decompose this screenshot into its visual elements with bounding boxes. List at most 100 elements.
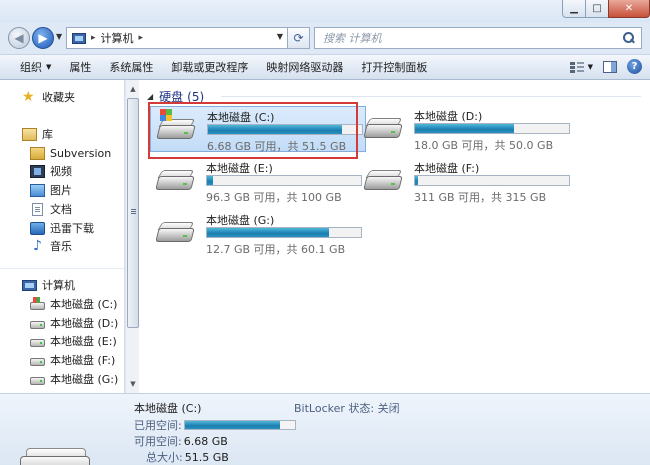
refresh-icon: ⟳ xyxy=(293,31,304,45)
back-arrow-icon: ◀ xyxy=(14,31,24,45)
uninstall-program-button[interactable]: 卸载或更改程序 xyxy=(162,56,257,78)
drive-name: 本地磁盘 (G:) xyxy=(206,214,275,227)
nav-drive-e[interactable]: 本地磁盘 (E:) xyxy=(30,332,117,350)
nav-item-subversion[interactable]: Subversion xyxy=(30,144,111,162)
breadcrumb-separator[interactable]: ▸ xyxy=(91,33,96,43)
nav-drive-label: 本地磁盘 (G:) xyxy=(50,373,119,386)
nav-drive-label: 本地磁盘 (D:) xyxy=(50,317,119,330)
nav-item-label: 迅雷下载 xyxy=(50,222,94,235)
nav-drive-c[interactable]: 本地磁盘 (C:) xyxy=(30,295,117,313)
forward-arrow-icon: ▶ xyxy=(38,31,48,45)
nav-drive-label: 本地磁盘 (F:) xyxy=(50,354,116,367)
scroll-down-icon[interactable]: ▼ xyxy=(127,377,139,391)
nav-drive-label: 本地磁盘 (C:) xyxy=(50,298,118,311)
search-icon[interactable] xyxy=(623,32,635,44)
library-icon xyxy=(22,127,37,141)
hard-drive-icon xyxy=(30,339,45,347)
hard-drive-icon xyxy=(30,358,45,366)
hard-disks-group-header[interactable]: ◢ 硬盘 (5) xyxy=(147,88,204,105)
search-input[interactable]: 搜索 计算机 xyxy=(323,30,623,46)
organize-button[interactable]: 组织 ▼ xyxy=(0,56,60,78)
help-icon[interactable]: ? xyxy=(627,59,642,74)
address-dropdown-icon[interactable]: ▼ xyxy=(277,32,283,41)
subversion-folder-icon xyxy=(30,146,45,160)
change-view-icon[interactable] xyxy=(569,61,584,73)
properties-button[interactable]: 属性 xyxy=(60,56,100,78)
details-usage-bar xyxy=(183,420,296,430)
navigation-pane: ★ 收藏夹 库 Subversion 视频 图片 文档 迅雷下载 ♪ 音乐 计算… xyxy=(0,80,125,393)
drive-tile-c[interactable]: 本地磁盘 (C:) 6.68 GB 可用，共 51.5 GB xyxy=(150,106,366,153)
picture-library-icon xyxy=(30,183,45,197)
collapse-group-icon[interactable]: ◢ xyxy=(147,92,153,101)
thunder-download-icon xyxy=(30,221,45,235)
computer-icon xyxy=(72,32,86,44)
hard-drive-icon xyxy=(363,118,403,140)
nav-favorites[interactable]: ★ 收藏夹 xyxy=(22,88,75,106)
maximize-button[interactable]: □ xyxy=(585,0,609,18)
drive-space-info: 6.68 GB 可用，共 51.5 GB xyxy=(207,140,347,153)
minimize-button[interactable]: ▁ xyxy=(562,0,586,18)
group-title: 硬盘 xyxy=(159,90,184,104)
nav-drive-g[interactable]: 本地磁盘 (G:) xyxy=(30,370,118,388)
recent-pages-dropdown[interactable]: ▼ xyxy=(56,32,62,41)
forward-button[interactable]: ▶ xyxy=(32,27,54,49)
nav-drive-label: 本地磁盘 (E:) xyxy=(50,335,117,348)
nav-item-music[interactable]: ♪ 音乐 xyxy=(30,237,72,255)
search-box[interactable]: 搜索 计算机 xyxy=(314,27,642,49)
hard-drive-icon xyxy=(30,377,45,385)
scroll-up-icon[interactable]: ▲ xyxy=(127,82,139,96)
drive-space-info: 311 GB 可用，共 315 GB xyxy=(414,191,547,204)
drive-tile-f[interactable]: 本地磁盘 (F:) 311 GB 可用，共 315 GB xyxy=(358,158,574,204)
favorites-star-icon: ★ xyxy=(22,88,35,105)
computer-icon xyxy=(22,279,37,291)
preview-pane-icon[interactable] xyxy=(603,60,617,73)
hard-drive-icon xyxy=(155,170,195,192)
drive-tile-d[interactable]: 本地磁盘 (D:) 18.0 GB 可用，共 50.0 GB xyxy=(358,106,574,152)
drive-name: 本地磁盘 (D:) xyxy=(414,110,483,123)
nav-item-pictures[interactable]: 图片 xyxy=(30,181,72,199)
nav-item-label: 文档 xyxy=(50,203,72,216)
hard-drive-icon xyxy=(155,222,195,244)
nav-item-label: 视频 xyxy=(50,165,72,178)
nav-drive-d[interactable]: 本地磁盘 (D:) xyxy=(30,314,118,332)
address-bar[interactable]: ▸ 计算机 ▸ ▼ xyxy=(66,27,288,49)
back-button[interactable]: ◀ xyxy=(8,27,30,49)
view-options-dropdown-icon[interactable]: ▼ xyxy=(588,63,593,71)
open-control-panel-button[interactable]: 打开控制面板 xyxy=(352,56,436,78)
command-bar: 组织 ▼ 属性 系统属性 卸载或更改程序 映射网络驱动器 打开控制面板 ▼ ? xyxy=(0,54,650,80)
nav-item-documents[interactable]: 文档 xyxy=(30,200,72,218)
nav-computer-label: 计算机 xyxy=(42,279,75,292)
nav-drive-f[interactable]: 本地磁盘 (F:) xyxy=(30,351,115,369)
details-pane: 本地磁盘 (C:) BitLocker 状态: 关闭 已用空间: 可用空间: 6… xyxy=(0,393,650,465)
address-row: ◀ ▶ ▼ ▸ 计算机 ▸ ▼ ⟳ 搜索 计算机 xyxy=(0,22,650,54)
nav-libraries[interactable]: 库 xyxy=(22,125,53,143)
nav-item-thunder-downloads[interactable]: 迅雷下载 xyxy=(30,219,94,237)
nav-scrollbar[interactable]: ▲ ▼ xyxy=(125,80,139,393)
hard-drive-icon xyxy=(363,170,403,192)
system-drive-icon xyxy=(30,297,45,310)
drive-tile-g[interactable]: 本地磁盘 (G:) 12.7 GB 可用，共 60.1 GB xyxy=(150,210,366,256)
toolbar-right: ▼ ? xyxy=(569,59,642,74)
system-properties-button[interactable]: 系统属性 xyxy=(100,56,162,78)
group-divider xyxy=(221,96,641,97)
close-button[interactable]: ✕ xyxy=(608,0,650,18)
music-note-icon: ♪ xyxy=(33,237,42,254)
free-space-label: 可用空间: xyxy=(134,435,182,448)
nav-item-label: 音乐 xyxy=(50,240,72,253)
drive-usage-bar xyxy=(414,123,570,134)
breadcrumb-computer[interactable]: 计算机 xyxy=(101,30,134,46)
nav-item-label: Subversion xyxy=(50,146,112,160)
breadcrumb-separator-end[interactable]: ▸ xyxy=(139,33,144,43)
nav-computer[interactable]: 计算机 xyxy=(22,276,75,294)
refresh-button[interactable]: ⟳ xyxy=(288,27,310,49)
nav-item-videos[interactable]: 视频 xyxy=(30,162,72,180)
drive-name: 本地磁盘 (C:) xyxy=(207,111,275,124)
nav-favorites-label: 收藏夹 xyxy=(42,91,75,104)
scrollbar-thumb[interactable] xyxy=(127,98,139,328)
drive-usage-bar xyxy=(207,124,363,135)
details-used-row: 已用空间: xyxy=(134,417,296,433)
map-network-drive-button[interactable]: 映射网络驱动器 xyxy=(257,56,352,78)
organize-label: 组织 xyxy=(20,61,42,74)
drive-space-info: 12.7 GB 可用，共 60.1 GB xyxy=(206,243,346,256)
drive-tile-e[interactable]: 本地磁盘 (E:) 96.3 GB 可用，共 100 GB xyxy=(150,158,366,204)
